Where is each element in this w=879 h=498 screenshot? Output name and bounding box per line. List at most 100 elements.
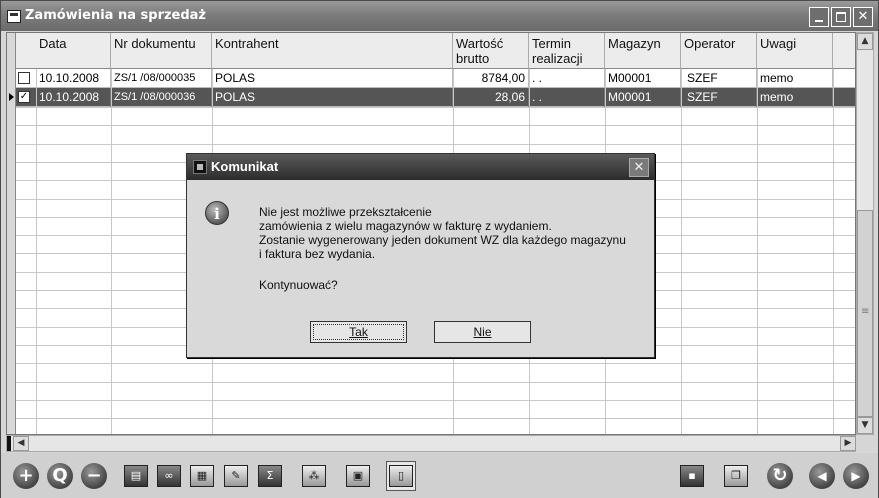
- document-button[interactable]: ▯: [386, 461, 416, 491]
- save-button[interactable]: ▪: [677, 461, 707, 491]
- table-row-selected[interactable]: ✓ 10.10.2008 ZS/1 /08/000036 POLAS 28,06…: [16, 88, 855, 107]
- grid-line: [16, 382, 855, 383]
- remove-button[interactable]: −: [79, 461, 109, 491]
- cell-wartosc: 28,06: [453, 88, 529, 107]
- binoculars-icon: ∞: [157, 465, 181, 487]
- grid-line: [16, 125, 855, 126]
- refresh-button[interactable]: ↻: [765, 461, 795, 491]
- scroll-start-marker: [7, 436, 11, 451]
- grid-column-line: [36, 69, 37, 434]
- maximize-button[interactable]: [831, 7, 851, 27]
- message-line: Nie jest możliwe przekształcenie: [259, 205, 432, 219]
- cell-magazyn: M00001: [605, 88, 681, 107]
- copy-button[interactable]: ❐: [721, 461, 751, 491]
- refresh-icon: ↻: [767, 463, 793, 489]
- column-header-termin-realizacji[interactable]: Termin realizacji: [529, 33, 605, 69]
- column-label: Magazyn: [608, 36, 661, 51]
- minimize-button[interactable]: [809, 7, 829, 27]
- dialog-message: Nie jest możliwe przekształcenie zamówie…: [259, 205, 649, 292]
- export-button[interactable]: ▣: [343, 461, 373, 491]
- scroll-down-button[interactable]: ▼: [857, 417, 873, 434]
- column-header-nr-dokumentu[interactable]: Nr dokumentu: [111, 33, 212, 69]
- column-header-kontrahent[interactable]: Kontrahent: [212, 33, 453, 69]
- column-header-data[interactable]: Data: [36, 33, 111, 69]
- message-line: Zostanie wygenerowany jeden dokument WZ …: [259, 233, 626, 247]
- cell-data: 10.10.2008: [36, 88, 111, 107]
- grid-line: [16, 107, 855, 108]
- previous-button[interactable]: ◀: [807, 461, 837, 491]
- cell-operator: SZEF: [681, 69, 757, 88]
- column-label: Kontrahent: [215, 36, 279, 51]
- cell-kontrahent: POLAS: [212, 69, 453, 88]
- table-row[interactable]: 10.10.2008 ZS/1 /08/000035 POLAS 8784,00…: [16, 69, 855, 88]
- grid-column-line: [111, 69, 112, 434]
- column-header-operator[interactable]: Operator: [681, 33, 757, 69]
- grid-header: Data Nr dokumentu Kontrahent Wartość bru…: [16, 33, 855, 69]
- filter-icon: ▦: [190, 465, 214, 487]
- minimize-icon: [815, 20, 823, 22]
- column-label: Data: [39, 36, 67, 51]
- column-header-uwagi[interactable]: Uwagi: [757, 33, 833, 69]
- dialog-app-icon: [193, 160, 207, 174]
- horizontal-scrollbar[interactable]: ◀ ▶: [6, 435, 856, 452]
- cell-nr-dokumentu: ZS/1 /08/000035: [111, 69, 212, 88]
- structure-button[interactable]: ⁂: [299, 461, 329, 491]
- structure-icon: ⁂: [302, 465, 326, 487]
- grid-line: [16, 418, 855, 419]
- next-button[interactable]: ▶: [841, 461, 871, 491]
- cell-termin: . .: [529, 69, 605, 88]
- column-header-wartosc-brutto[interactable]: Wartość brutto: [453, 33, 529, 69]
- sum-button[interactable]: Σ: [255, 461, 285, 491]
- yes-button[interactable]: Tak: [310, 321, 407, 343]
- column-label: Uwagi: [760, 36, 797, 51]
- maximize-icon: [836, 12, 846, 22]
- no-button[interactable]: Nie: [434, 321, 531, 343]
- row-checkbox[interactable]: [18, 72, 30, 84]
- search-button[interactable]: Q: [45, 461, 75, 491]
- copy-icon: ❐: [724, 465, 748, 487]
- dialog-title-bar[interactable]: Komunikat ✕: [187, 154, 654, 180]
- document-icon: ▯: [389, 465, 413, 487]
- column-label-line: realizacji: [532, 51, 583, 66]
- filter-button[interactable]: ▦: [187, 461, 217, 491]
- cell-operator: SZEF: [681, 88, 757, 107]
- message-line: i faktura bez wydania.: [259, 247, 376, 261]
- row-checkbox-checked[interactable]: ✓: [18, 91, 30, 103]
- info-icon: i: [205, 201, 229, 225]
- save-icon: ▪: [680, 465, 704, 487]
- orders-window: Zamówienia na sprzedaż ✕ Data Nr dokumen…: [0, 0, 879, 498]
- grid-line: [16, 400, 855, 401]
- add-button[interactable]: +: [11, 461, 41, 491]
- edit-button[interactable]: ✎: [221, 461, 251, 491]
- dialog-question: Kontynuować?: [259, 278, 338, 292]
- grid-column-line: [833, 69, 834, 434]
- cell-uwagi: memo: [757, 69, 833, 88]
- column-label-line: brutto: [456, 51, 490, 66]
- column-header-magazyn[interactable]: Magazyn: [605, 33, 681, 69]
- edit-icon: ✎: [224, 465, 248, 487]
- current-row-marker-icon: [9, 93, 14, 101]
- scroll-thumb[interactable]: [857, 210, 873, 417]
- dialog-close-button[interactable]: ✕: [629, 158, 649, 177]
- grid-column-line: [681, 69, 682, 434]
- find-button[interactable]: ∞: [154, 461, 184, 491]
- grid-line: [16, 363, 855, 364]
- window-title: Zamówienia na sprzedaż: [25, 8, 207, 23]
- cell-nr-dokumentu: ZS/1 /08/000036: [111, 88, 212, 107]
- column-label-line: Termin: [532, 36, 572, 51]
- title-bar[interactable]: Zamówienia na sprzedaż ✕: [1, 1, 878, 31]
- column-label-line: Wartość: [456, 36, 504, 51]
- sum-icon: Σ: [258, 465, 282, 487]
- cell-kontrahent: POLAS: [212, 88, 453, 107]
- scroll-left-button[interactable]: ◀: [13, 436, 29, 451]
- scroll-up-button[interactable]: ▲: [857, 33, 873, 50]
- vertical-scrollbar[interactable]: ▲ ▼: [856, 32, 874, 435]
- cell-data: 10.10.2008: [36, 69, 111, 88]
- print-icon: ▤: [124, 465, 148, 487]
- scroll-right-button[interactable]: ▶: [840, 436, 856, 451]
- close-button[interactable]: ✕: [853, 7, 873, 27]
- print-button[interactable]: ▤: [121, 461, 151, 491]
- app-icon: [7, 10, 21, 23]
- export-icon: ▣: [346, 465, 370, 487]
